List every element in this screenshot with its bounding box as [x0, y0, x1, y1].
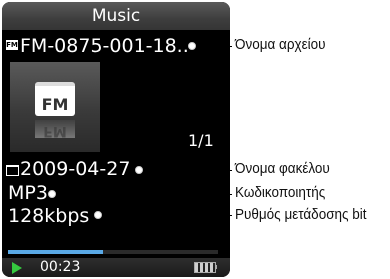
callout-dot-bitrate	[94, 211, 102, 219]
play-icon	[12, 262, 22, 274]
album-art: FM FM	[10, 62, 100, 152]
progress-fill	[8, 250, 103, 254]
callout-codec: Κωδικοποιητής	[235, 184, 326, 201]
callout-bitrate: Ρυθμός μετάδοσης bit	[235, 206, 367, 223]
callout-line-bitrate	[102, 215, 232, 216]
battery-icon	[194, 262, 216, 273]
callout-dot-codec	[48, 190, 56, 198]
callout-line-codec	[56, 194, 232, 195]
callout-file-name: Όνομα αρχείου	[235, 36, 326, 53]
battery-icon-tip	[215, 265, 217, 269]
screen-title: Music	[91, 6, 141, 26]
title-bar: Music	[2, 2, 230, 30]
folder-icon	[6, 165, 19, 176]
bitrate: 128kbps	[8, 205, 90, 227]
file-name: FM-0875-001-18..	[20, 35, 189, 57]
player-screen: Music FM FM-0875-001-18.. FM FM 1/1 2009…	[2, 2, 230, 277]
status-bar: 00:23	[2, 258, 230, 277]
callout-dot-file-name	[188, 42, 196, 50]
track-index: 1/1	[188, 131, 214, 150]
progress-bar[interactable]	[8, 250, 218, 254]
callout-line-folder-name	[143, 170, 232, 171]
callout-dot-folder-name	[135, 166, 143, 174]
fm-radio-reflection: FM	[35, 120, 75, 138]
callout-folder-name: Όνομα φακέλου	[235, 160, 330, 177]
callout-line-file-name	[196, 46, 232, 47]
fm-file-icon: FM	[6, 40, 18, 50]
folder-name: 2009-04-27	[20, 158, 131, 180]
fm-radio-icon: FM	[35, 82, 75, 116]
codec: MP3	[8, 182, 48, 204]
elapsed-time: 00:23	[40, 259, 81, 275]
